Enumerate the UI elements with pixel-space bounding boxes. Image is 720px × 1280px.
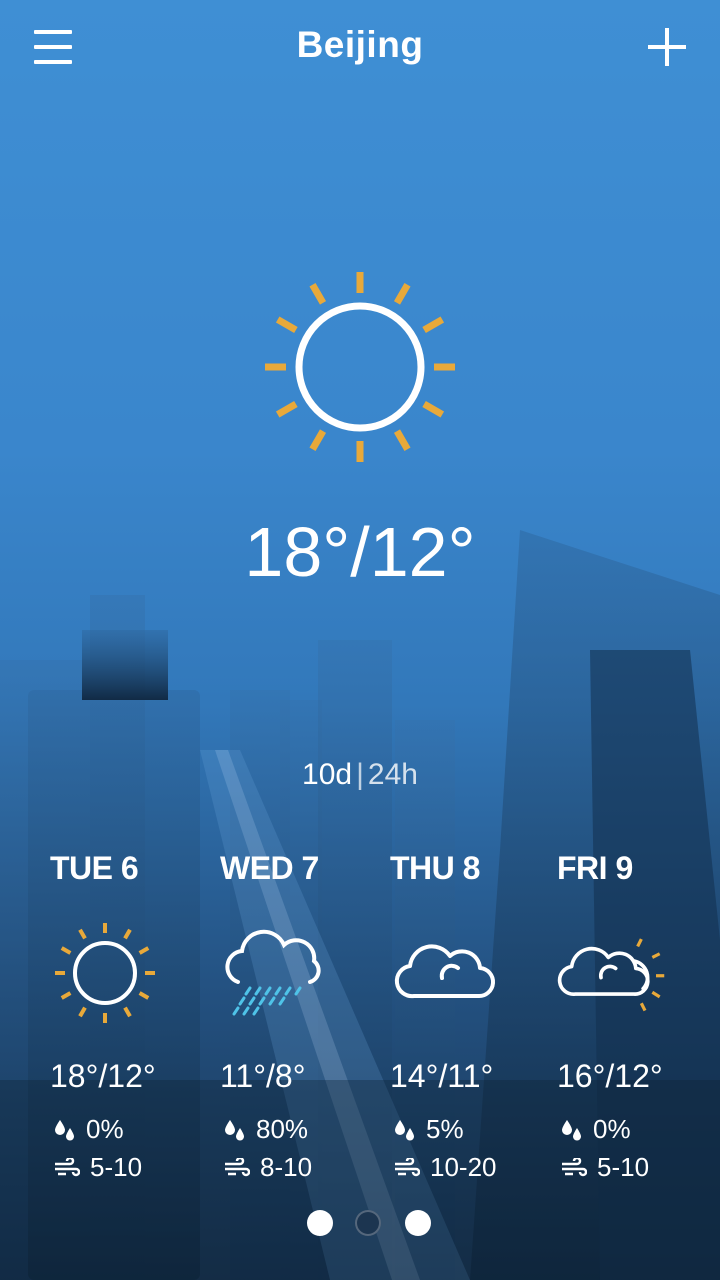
- day-temperature: 16°/12°: [557, 1058, 663, 1094]
- wind-value: 5-10: [90, 1152, 143, 1182]
- precipitation-value: 0%: [86, 1114, 124, 1144]
- tab-10d[interactable]: 10d: [302, 758, 352, 792]
- cloud-rain-icon: [225, 929, 321, 1016]
- day-temperature: 11°/8°: [220, 1058, 306, 1094]
- forecast-range-toggle: 10d | 24h: [0, 758, 720, 792]
- wind-value: 10-20: [430, 1152, 497, 1182]
- daily-forecast: TUE 6 18°/12° 0% 5-10 WED 7 11°/8° 80% 8…: [0, 850, 720, 1190]
- raindrops-icon: [395, 1119, 414, 1140]
- forecast-day[interactable]: TUE 6 18°/12° 0% 5-10: [50, 850, 215, 1190]
- day-temperature: 14°/11°: [390, 1058, 494, 1094]
- wind: 10-20: [394, 1152, 497, 1183]
- precipitation-value: 0%: [593, 1114, 631, 1144]
- wind-icon: [562, 1157, 587, 1176]
- wind-value: 5-10: [597, 1152, 650, 1182]
- precipitation: 80%: [224, 1114, 308, 1145]
- page-dot-1[interactable]: [307, 1210, 333, 1236]
- day-label: WED 7: [220, 850, 319, 886]
- forecast-day[interactable]: THU 8 14°/11° 5% 10-20: [390, 850, 555, 1190]
- day-label: FRI 9: [557, 850, 633, 886]
- wind: 5-10: [54, 1152, 142, 1183]
- wind-icon: [395, 1157, 420, 1176]
- add-city-button[interactable]: [648, 28, 686, 66]
- top-bar: Beijing: [0, 0, 720, 96]
- raindrops-icon: [225, 1119, 244, 1140]
- wind-icon: [55, 1157, 80, 1176]
- day-label: THU 8: [390, 850, 480, 886]
- precipitation: 5%: [394, 1114, 464, 1145]
- wind-value: 8-10: [260, 1152, 313, 1182]
- page-dot-3[interactable]: [405, 1210, 431, 1236]
- raindrops-icon: [55, 1119, 74, 1140]
- wind-icon: [225, 1157, 250, 1176]
- cloud-icon: [394, 944, 496, 999]
- wind: 5-10: [561, 1152, 649, 1183]
- city-title: Beijing: [296, 24, 424, 65]
- toggle-separator: |: [356, 758, 364, 791]
- sun-icon: [265, 272, 455, 462]
- page-indicator: [0, 1210, 720, 1240]
- precipitation: 0%: [561, 1114, 631, 1145]
- precipitation-value: 5%: [426, 1114, 464, 1144]
- forecast-day[interactable]: WED 7 11°/8° 80% 8-10: [220, 850, 385, 1190]
- forecast-day[interactable]: FRI 9 16°/12° 0% 5-10: [557, 850, 720, 1190]
- page-dot-2-active[interactable]: [355, 1210, 381, 1236]
- day-temperature: 18°/12°: [50, 1058, 156, 1094]
- tab-24h[interactable]: 24h: [368, 758, 418, 792]
- wind: 8-10: [224, 1152, 312, 1183]
- precipitation-value: 80%: [256, 1114, 309, 1144]
- sun-icon: [55, 923, 155, 1023]
- current-temperature: 18°/12°: [244, 513, 476, 591]
- raindrops-icon: [562, 1119, 581, 1140]
- partly-cloudy-icon: [557, 938, 665, 1012]
- day-label: TUE 6: [50, 850, 139, 886]
- precipitation: 0%: [54, 1114, 124, 1145]
